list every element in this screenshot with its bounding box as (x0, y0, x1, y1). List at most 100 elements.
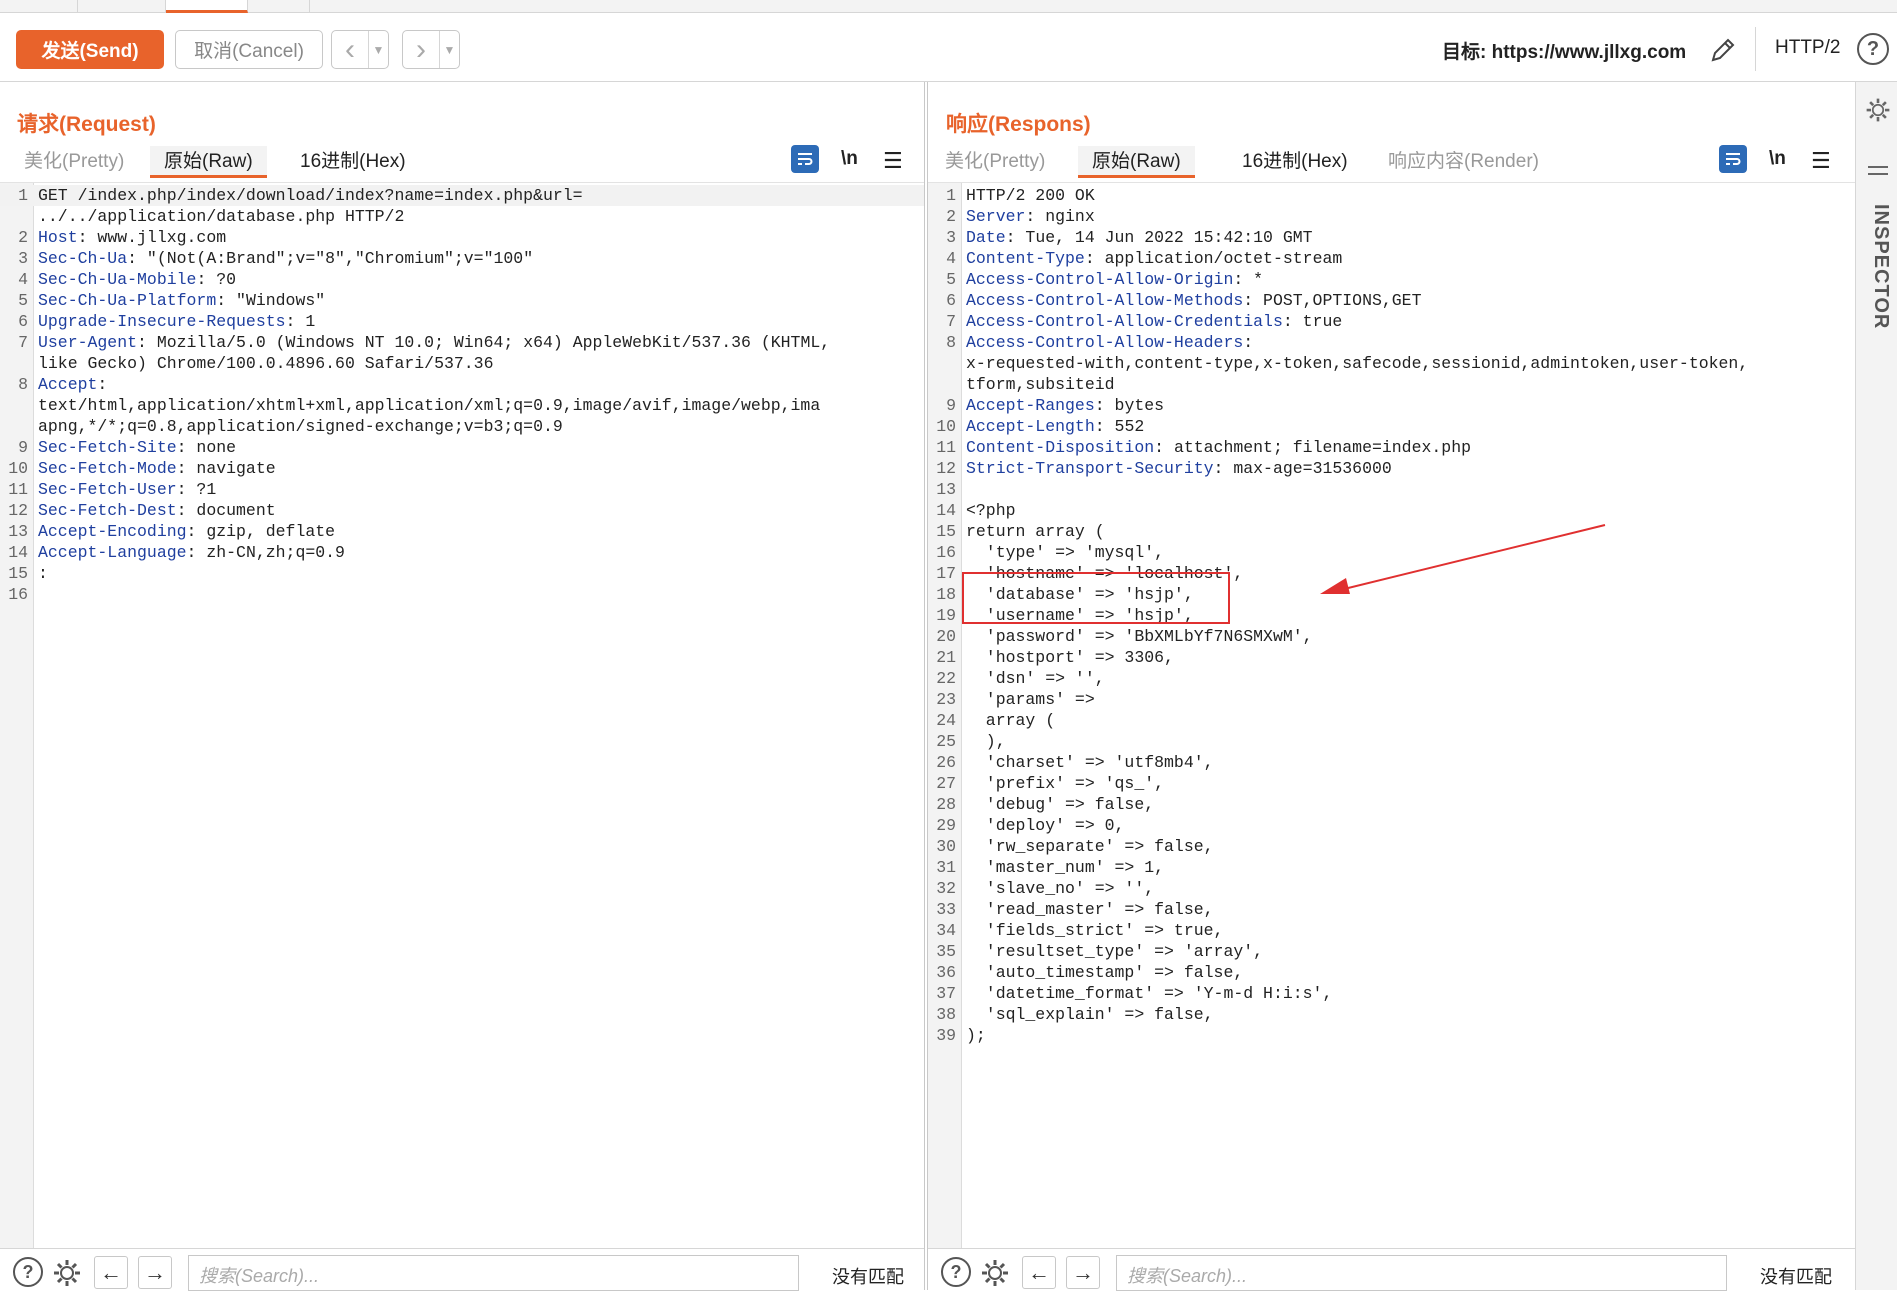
response-code-line[interactable]: 24 array ( (928, 710, 1855, 731)
inspector-lines-icon[interactable] (1868, 166, 1888, 180)
request-line-text[interactable]: GET /index.php/index/download/index?name… (38, 185, 583, 206)
request-line-text[interactable]: : (38, 563, 48, 584)
response-code-line[interactable]: 9 Accept-Ranges: bytes (928, 395, 1855, 416)
response-code-line[interactable]: 23 'params' => (928, 689, 1855, 710)
response-code-line[interactable]: 5 Access-Control-Allow-Origin: * (928, 269, 1855, 290)
inspector-settings-gear-icon[interactable] (1864, 96, 1892, 124)
response-line-text[interactable]: 'fields_strict' => true, (966, 920, 1224, 941)
response-help-icon[interactable]: ? (941, 1257, 971, 1287)
response-code-line[interactable]: 2 Server: nginx (928, 206, 1855, 227)
response-line-text[interactable]: 'resultset_type' => 'array', (966, 941, 1263, 962)
request-line-text[interactable]: Sec-Fetch-Mode: navigate (38, 458, 276, 479)
response-line-text[interactable]: Access-Control-Allow-Origin: * (966, 269, 1263, 290)
response-code-line[interactable]: 3 Date: Tue, 14 Jun 2022 15:42:10 GMT (928, 227, 1855, 248)
response-line-text[interactable]: 'slave_no' => '', (966, 878, 1154, 899)
request-menu-icon[interactable]: ☰ (883, 148, 903, 174)
request-code-line[interactable]: text/html,application/xhtml+xml,applicat… (0, 395, 924, 416)
back-dropdown-icon[interactable]: ▼ (368, 31, 388, 68)
response-tab-hex[interactable]: 16进制(Hex) (1228, 146, 1362, 178)
tab-strip-item[interactable] (78, 0, 166, 13)
response-line-text[interactable]: 'datetime_format' => 'Y-m-d H:i:s', (966, 983, 1333, 1004)
response-line-text[interactable]: ); (966, 1025, 986, 1046)
response-code-line[interactable]: 29 'deploy' => 0, (928, 815, 1855, 836)
response-line-text[interactable]: Strict-Transport-Security: max-age=31536… (966, 458, 1392, 479)
response-line-text[interactable]: array ( (966, 710, 1055, 731)
request-editor[interactable]: 1 GET /index.php/index/download/index?nam… (0, 182, 924, 1248)
response-line-text[interactable]: 'master_num' => 1, (966, 857, 1164, 878)
request-line-text[interactable]: text/html,application/xhtml+xml,applicat… (38, 395, 820, 416)
request-code-line[interactable]: 1 GET /index.php/index/download/index?nam… (0, 185, 924, 206)
response-code-line[interactable]: 11 Content-Disposition: attachment; filen… (928, 437, 1855, 458)
request-line-text[interactable]: Upgrade-Insecure-Requests: 1 (38, 311, 315, 332)
response-search-input[interactable]: 搜索(Search)... (1116, 1255, 1727, 1291)
response-code-line[interactable]: 32 'slave_no' => '', (928, 878, 1855, 899)
response-code-line[interactable]: 8 Access-Control-Allow-Headers: (928, 332, 1855, 353)
response-menu-icon[interactable]: ☰ (1811, 148, 1831, 174)
response-settings-gear-icon[interactable] (979, 1257, 1011, 1289)
request-code-line[interactable]: 5 Sec-Ch-Ua-Platform: "Windows" (0, 290, 924, 311)
request-wrap-lines-icon[interactable] (791, 145, 819, 173)
request-code-line[interactable]: 8 Accept: (0, 374, 924, 395)
response-code-line[interactable]: x-requested-with,content-type,x-token,sa… (928, 353, 1855, 374)
request-code-line[interactable]: 4 Sec-Ch-Ua-Mobile: ?0 (0, 269, 924, 290)
response-code-line[interactable]: 20 'password' => 'BbXMLbYf7N6SMXwM', (928, 626, 1855, 647)
request-code-line[interactable]: ../../application/database.php HTTP/2 (0, 206, 924, 227)
cancel-button[interactable]: 取消(Cancel) (175, 30, 323, 69)
response-line-text[interactable]: Content-Type: application/octet-stream (966, 248, 1342, 269)
response-code-line[interactable]: 4 Content-Type: application/octet-stream (928, 248, 1855, 269)
protocol-label[interactable]: HTTP/2 (1775, 37, 1840, 59)
response-code-line[interactable]: 14 <?php (928, 500, 1855, 521)
response-line-text[interactable]: 'rw_separate' => false, (966, 836, 1214, 857)
request-code-line[interactable]: 9 Sec-Fetch-Site: none (0, 437, 924, 458)
response-line-text[interactable]: Access-Control-Allow-Headers: (966, 332, 1253, 353)
request-line-text[interactable]: like Gecko) Chrome/100.0.4896.60 Safari/… (38, 353, 493, 374)
response-tab-raw[interactable]: 原始(Raw) (1078, 146, 1195, 178)
forward-arrow-icon[interactable]: › (403, 31, 439, 68)
response-line-text[interactable]: Content-Disposition: attachment; filenam… (966, 437, 1471, 458)
response-line-text[interactable]: Date: Tue, 14 Jun 2022 15:42:10 GMT (966, 227, 1313, 248)
response-line-text[interactable]: ), (966, 731, 1006, 752)
response-line-text[interactable]: 'debug' => false, (966, 794, 1154, 815)
request-line-text[interactable]: Sec-Ch-Ua-Platform: "Windows" (38, 290, 325, 311)
response-code-line[interactable]: 27 'prefix' => 'qs_', (928, 773, 1855, 794)
request-next-match-icon[interactable]: → (138, 1256, 172, 1289)
history-forward-group[interactable]: › ▼ (402, 30, 460, 69)
response-code-line[interactable]: 35 'resultset_type' => 'array', (928, 941, 1855, 962)
response-next-match-icon[interactable]: → (1066, 1256, 1100, 1289)
response-code-line[interactable]: tform,subsiteid (928, 374, 1855, 395)
response-line-text[interactable]: Accept-Length: 552 (966, 416, 1144, 437)
history-back-group[interactable]: ‹ ▼ (331, 30, 389, 69)
request-code-line[interactable]: 7 User-Agent: Mozilla/5.0 (Windows NT 10.… (0, 332, 924, 353)
response-line-text[interactable]: 'read_master' => false, (966, 899, 1214, 920)
request-line-text[interactable]: Accept: (38, 374, 107, 395)
request-code-line[interactable]: 14 Accept-Language: zh-CN,zh;q=0.9 (0, 542, 924, 563)
response-editor[interactable]: 1 HTTP/2 200 OK 2 Server: nginx 3 Date: Tue, … (928, 182, 1855, 1248)
response-code-line[interactable]: 10 Accept-Length: 552 (928, 416, 1855, 437)
response-code-line[interactable]: 34 'fields_strict' => true, (928, 920, 1855, 941)
response-newline-toggle[interactable]: \n (1769, 148, 1786, 170)
request-code-line[interactable]: 12 Sec-Fetch-Dest: document (0, 500, 924, 521)
request-line-text[interactable]: Sec-Fetch-Dest: document (38, 500, 276, 521)
request-help-icon[interactable]: ? (13, 1257, 43, 1287)
response-code-line[interactable]: 39); (928, 1025, 1855, 1046)
back-arrow-icon[interactable]: ‹ (332, 31, 368, 68)
response-prev-match-icon[interactable]: ← (1022, 1256, 1056, 1289)
request-tab-hex[interactable]: 16进制(Hex) (286, 146, 420, 178)
request-code-line[interactable]: 10 Sec-Fetch-Mode: navigate (0, 458, 924, 479)
request-search-input[interactable]: 搜索(Search)... (188, 1255, 799, 1291)
response-code-line[interactable]: 36 'auto_timestamp' => false, (928, 962, 1855, 983)
response-line-text[interactable]: 'charset' => 'utf8mb4', (966, 752, 1214, 773)
request-prev-match-icon[interactable]: ← (94, 1256, 128, 1289)
response-code-line[interactable]: 33 'read_master' => false, (928, 899, 1855, 920)
response-code-line[interactable]: 13 (928, 479, 1855, 500)
response-line-text[interactable]: Server: nginx (966, 206, 1095, 227)
response-line-text[interactable]: 'prefix' => 'qs_', (966, 773, 1164, 794)
response-line-text[interactable]: return array ( (966, 521, 1105, 542)
response-tab-render[interactable]: 响应内容(Render) (1374, 146, 1553, 178)
response-code-line[interactable]: 25 ), (928, 731, 1855, 752)
send-button[interactable]: 发送(Send) (16, 30, 164, 69)
request-line-text[interactable]: Accept-Language: zh-CN,zh;q=0.9 (38, 542, 345, 563)
response-line-text[interactable]: 'params' => (966, 689, 1095, 710)
forward-dropdown-icon[interactable]: ▼ (439, 31, 459, 68)
request-line-text[interactable]: Sec-Fetch-Site: none (38, 437, 236, 458)
